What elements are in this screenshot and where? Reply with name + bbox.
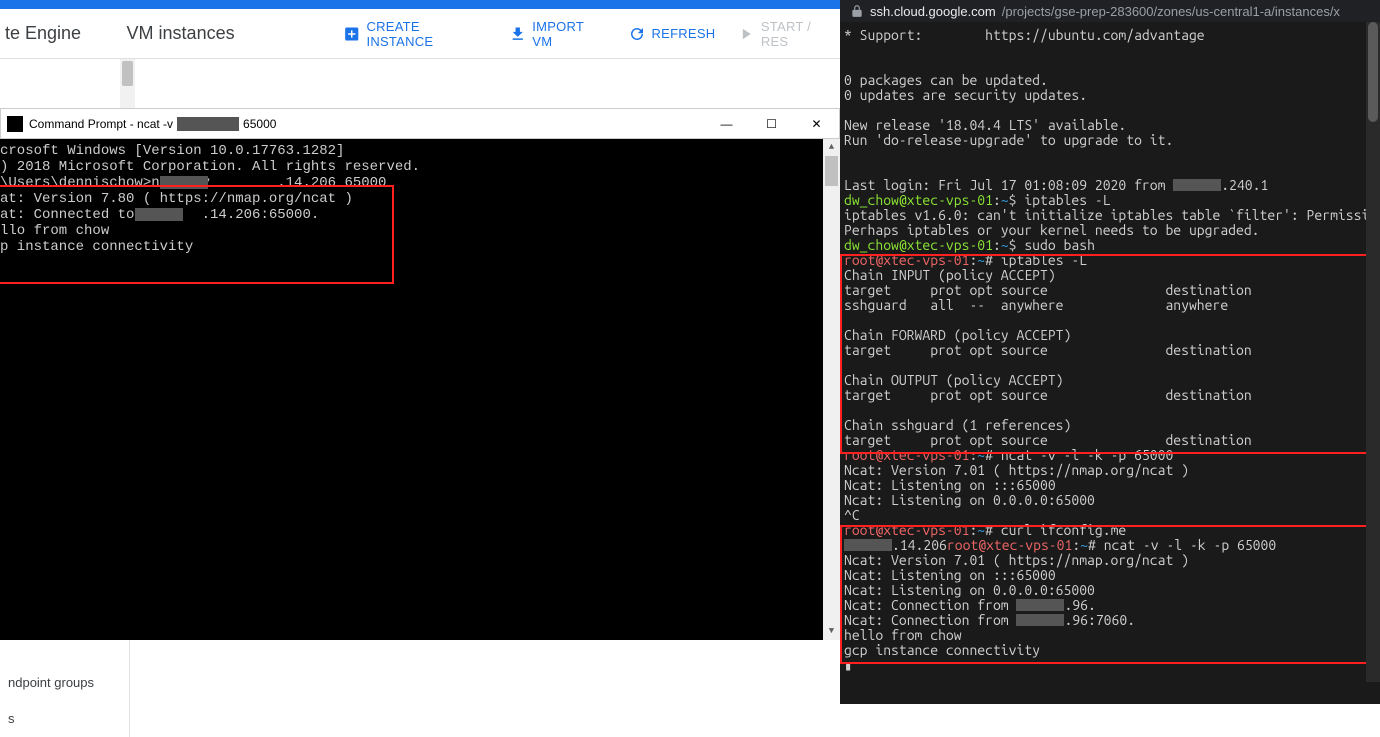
import-vm-label: IMPORT VM [532,19,605,49]
maximize-button[interactable]: ☐ [749,109,794,138]
ssh-terminal-window: ssh.cloud.google.com/projects/gse-prep-2… [840,0,1380,704]
sidebar-item-endpoint-groups[interactable]: ndpoint groups [0,665,129,701]
create-instance-label: CREATE INSTANCE [367,19,487,49]
create-instance-button[interactable]: CREATE INSTANCE [343,19,487,49]
gcp-top-strip [0,0,840,9]
ssh-terminal-body[interactable]: * Support: https://ubuntu.com/advantage … [840,22,1380,673]
import-vm-button[interactable]: IMPORT VM [509,19,606,49]
scroll-up-icon[interactable]: ▲ [823,139,840,156]
play-icon [737,25,754,43]
start-label: START / RES [761,19,840,49]
cmd-icon [7,116,23,132]
gcp-header: te Engine VM instances CREATE INSTANCE I… [0,9,840,59]
ssh-scrollbar-thumb[interactable] [1368,22,1378,122]
gcp-product-title: te Engine [0,23,127,44]
scrollbar-thumb[interactable] [122,61,133,86]
ssh-address-bar[interactable]: ssh.cloud.google.com/projects/gse-prep-2… [840,0,1380,22]
ssh-scrollbar[interactable] [1366,22,1380,682]
plus-box-icon [343,25,360,43]
refresh-button[interactable]: REFRESH [628,25,716,43]
scroll-down-icon[interactable]: ▼ [823,623,840,640]
command-prompt-window: Command Prompt - ncat -v 65000 — ☐ ✕ cro… [0,108,840,640]
cmd-scrollbar-thumb[interactable] [825,156,838,186]
sidebar-item-s[interactable]: s [0,701,129,737]
sidebar-scrollbar[interactable] [120,59,135,109]
cmd-titlebar[interactable]: Command Prompt - ncat -v 65000 — ☐ ✕ [0,108,840,139]
cmd-body[interactable]: crosoft Windows [Version 10.0.17763.1282… [0,139,840,640]
import-icon [509,25,526,43]
ssh-host: ssh.cloud.google.com [870,4,996,19]
refresh-icon [628,25,646,43]
minimize-button[interactable]: — [704,109,749,138]
refresh-label: REFRESH [652,26,716,41]
ssh-path: /projects/gse-prep-283600/zones/us-centr… [1002,4,1340,19]
close-button[interactable]: ✕ [794,109,839,138]
cmd-title-pre: Command Prompt - ncat -v [29,116,173,132]
lock-icon [850,4,864,18]
cmd-title-post: 65000 [243,116,276,132]
start-button[interactable]: START / RES [737,19,840,49]
cmd-output: crosoft Windows [Version 10.0.17763.1282… [0,143,420,255]
cmd-scrollbar[interactable]: ▲ ▼ [823,139,840,640]
redacted-ip [177,117,239,131]
gcp-page-title: VM instances [127,23,321,44]
